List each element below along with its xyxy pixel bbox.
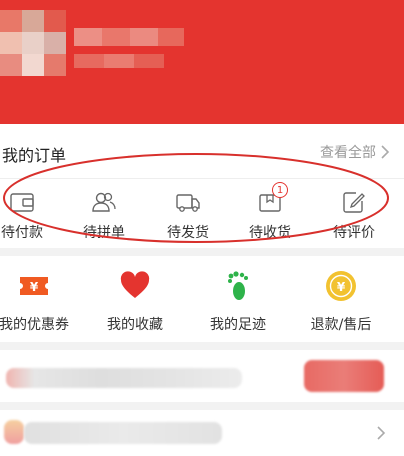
order-pending-shipment[interactable]: 待发货 xyxy=(156,188,220,246)
view-all-label: 查看全部 xyxy=(320,145,376,161)
obscured-row[interactable] xyxy=(0,410,404,456)
order-pending-payment[interactable]: 待付款 xyxy=(0,188,54,246)
order-item-label: 待拼单 xyxy=(83,225,125,241)
divider xyxy=(0,178,404,179)
username xyxy=(74,28,184,46)
view-all-orders-link[interactable]: 查看全部 xyxy=(320,142,390,162)
user-subtitle xyxy=(74,54,164,68)
footprint-icon xyxy=(228,271,248,300)
svg-text:¥: ¥ xyxy=(30,280,39,294)
svg-text:¥: ¥ xyxy=(337,280,346,294)
orders-card: 我的订单 查看全部 待付款 待拼单 待发货 1 待收货 待评价 xyxy=(0,124,404,248)
edit-review-icon xyxy=(343,192,365,213)
obscured-content xyxy=(24,422,222,444)
obscured-row[interactable] xyxy=(0,350,404,402)
order-pending-receipt[interactable]: 1 待收货 xyxy=(238,182,302,246)
obscured-button[interactable] xyxy=(304,360,384,392)
obscured-content xyxy=(6,368,242,388)
profile-header xyxy=(0,0,404,124)
order-item-label: 待付款 xyxy=(1,225,43,241)
order-item-label: 待评价 xyxy=(333,225,375,241)
my-favorites[interactable]: 我的收藏 xyxy=(87,270,183,334)
my-coupons[interactable]: ¥ 我的优惠券 xyxy=(0,270,82,334)
chevron-right-icon xyxy=(381,145,390,159)
truck-icon xyxy=(176,194,200,212)
order-count-badge: 1 xyxy=(272,182,288,198)
chevron-right-icon xyxy=(377,426,386,440)
service-label: 我的足迹 xyxy=(210,317,266,333)
orders-title: 我的订单 xyxy=(2,146,67,165)
order-pending-group[interactable]: 待拼单 xyxy=(72,188,136,246)
coupon-icon: ¥ xyxy=(20,277,48,295)
order-pending-review[interactable]: 待评价 xyxy=(322,188,386,246)
order-status-row: 待付款 待拼单 待发货 1 待收货 待评价 xyxy=(0,182,404,246)
avatar[interactable] xyxy=(0,10,66,76)
order-item-label: 待发货 xyxy=(167,225,209,241)
services-card: ¥ 我的优惠券 我的收藏 我的足迹 ¥ 退款/售后 xyxy=(0,256,404,342)
service-label: 我的收藏 xyxy=(107,317,163,333)
refund-aftersale[interactable]: ¥ 退款/售后 xyxy=(293,270,389,334)
wallet-icon xyxy=(10,193,34,212)
service-label: 我的优惠券 xyxy=(0,317,69,333)
obscured-content xyxy=(4,420,24,444)
refund-icon: ¥ xyxy=(326,271,356,301)
group-users-icon xyxy=(92,192,116,212)
service-label: 退款/售后 xyxy=(310,317,372,333)
order-item-label: 待收货 xyxy=(249,225,291,241)
my-footprints[interactable]: 我的足迹 xyxy=(190,270,286,334)
heart-icon xyxy=(120,271,150,298)
